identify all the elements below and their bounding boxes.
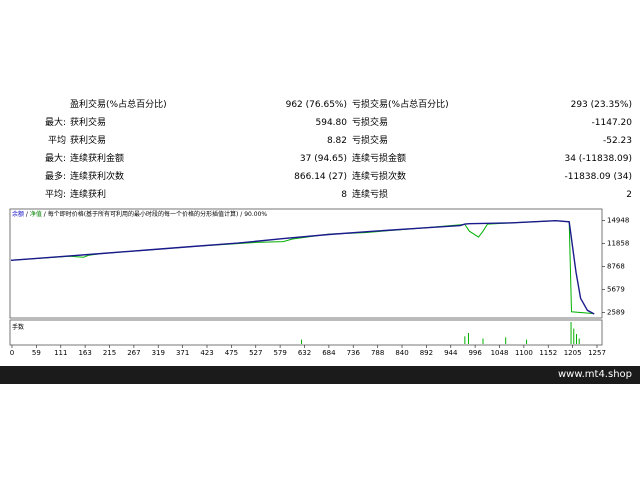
price-plot-frame	[9, 208, 603, 319]
stats-row: 最多: 连续获利次数 866.14 (27) 连续亏损次数 -11838.09 (34)	[0, 168, 640, 186]
volume-label: 手数	[12, 324, 25, 331]
stat-right-label: 连续亏损次数	[352, 172, 407, 182]
stat-prefix: 平均:	[44, 190, 66, 200]
x-tick-label: 423	[200, 349, 213, 357]
stat-right-value: -1147.20	[591, 118, 632, 128]
x-tick-label: 1048	[491, 349, 509, 357]
balance-legend: 余额	[12, 211, 25, 218]
x-tick-label: 371	[176, 349, 189, 357]
stat-right-value: 2	[626, 190, 632, 200]
stats-row: 平均 获利交易 8.82 亏损交易 -52.23	[0, 132, 640, 150]
x-tick-label: 0	[10, 349, 14, 357]
x-tick-label: 892	[420, 349, 433, 357]
x-axis: 0 59 111 163 215 267 319 371 423 475 527 579 632 684 7…	[10, 345, 606, 357]
x-tick-label: 475	[225, 349, 238, 357]
stat-left-value: 962 (76.65%)	[285, 100, 347, 110]
x-tick-label: 944	[444, 349, 458, 357]
x-tick-label: 1152	[539, 349, 557, 357]
x-tick-label: 788	[371, 349, 384, 357]
stat-left-label: 盈利交易(%占总百分比)	[70, 100, 167, 110]
x-tick-label: 527	[249, 349, 262, 357]
stat-right-label: 连续亏损	[352, 190, 389, 200]
x-tick-label: 996	[468, 349, 482, 357]
footer-watermark: www.mt4.shop	[557, 369, 632, 380]
stat-left-label: 连续获利	[70, 190, 107, 200]
x-tick-label: 1205	[564, 349, 582, 357]
stat-left-value: 8.82	[326, 136, 347, 146]
stat-right-label: 亏损交易(%占总百分比)	[352, 100, 449, 110]
stat-left-label: 获利交易	[70, 118, 107, 128]
x-tick-label: 319	[152, 349, 165, 357]
stat-right-value: 293 (23.35%)	[570, 100, 632, 110]
stat-right-value: 34 (-11838.09)	[564, 154, 632, 164]
y-tick-label: 2589	[607, 309, 625, 317]
stat-prefix: 最大:	[44, 118, 66, 128]
stat-prefix: 平均	[47, 136, 66, 146]
y-axis: 14948 11858 8768 5679 2589	[602, 216, 629, 317]
x-tick-label: 579	[273, 349, 286, 357]
stat-left-value: 866.14 (27)	[294, 172, 347, 182]
stat-right-label: 亏损交易	[352, 118, 389, 128]
x-tick-label: 840	[395, 349, 408, 357]
stats-row: 最大: 连续获利金额 37 (94.65) 连续亏损金额 34 (-11838.09)	[0, 150, 640, 168]
stat-right-label: 连续亏损金额	[352, 154, 407, 164]
stats-row: 盈利交易(%占总百分比) 962 (76.65%) 亏损交易(%占总百分比) 293 …	[0, 96, 640, 114]
stat-right-value: -11838.09 (34)	[564, 172, 632, 182]
balance-equity-chart: 14948 11858 8768 5679 2589 0 59 111 163 215 267 31…	[9, 208, 629, 357]
y-tick-label: 5679	[607, 286, 625, 294]
x-tick-label: 267	[127, 349, 140, 357]
stat-left-label: 获利交易	[70, 136, 107, 146]
y-tick-label: 14948	[607, 216, 629, 224]
test-report-summary: 盈利交易(%占总百分比) 962 (76.65%) 亏损交易(%占总百分比) 293 …	[0, 96, 640, 204]
stat-prefix: 最多:	[44, 172, 66, 182]
x-tick-label: 163	[78, 349, 91, 357]
x-tick-label: 111	[54, 349, 67, 357]
caption-model-text: / 每个即时价格(基于所有可利用的最小时段的每一个价格的分形插值计算) / 90…	[41, 211, 268, 218]
stat-right-label: 亏损交易	[352, 136, 389, 146]
equity-legend: 净值	[29, 211, 42, 218]
stat-right-value: -52.23	[602, 136, 632, 146]
stat-left-value: 37 (94.65)	[299, 154, 347, 164]
x-tick-label: 1100	[515, 349, 533, 357]
x-tick-label: 736	[347, 349, 361, 357]
stat-left-label: 连续获利金额	[70, 154, 125, 164]
x-tick-label: 1257	[588, 349, 606, 357]
footer-bar: www.mt4.shop	[0, 366, 640, 384]
stats-row: 平均: 连续获利 8 连续亏损 2	[0, 186, 640, 204]
chart-caption: 余额 / 净值 / 每个即时价格(基于所有可利用的最小时段的每一个价格的分形插值…	[12, 211, 267, 219]
x-tick-label: 59	[32, 349, 41, 357]
x-tick-label: 684	[322, 349, 336, 357]
stat-left-value: 8	[341, 190, 347, 200]
x-tick-label: 632	[298, 349, 311, 357]
x-tick-label: 215	[103, 349, 116, 357]
stats-row: 最大: 获利交易 594.80 亏损交易 -1147.20	[0, 114, 640, 132]
volume-plot-frame	[9, 319, 603, 346]
y-tick-label: 11858	[607, 239, 629, 247]
stat-left-value: 594.80	[315, 118, 348, 128]
y-tick-label: 8768	[607, 262, 625, 270]
stat-left-label: 连续获利次数	[70, 172, 125, 182]
stat-prefix: 最大:	[44, 154, 66, 164]
